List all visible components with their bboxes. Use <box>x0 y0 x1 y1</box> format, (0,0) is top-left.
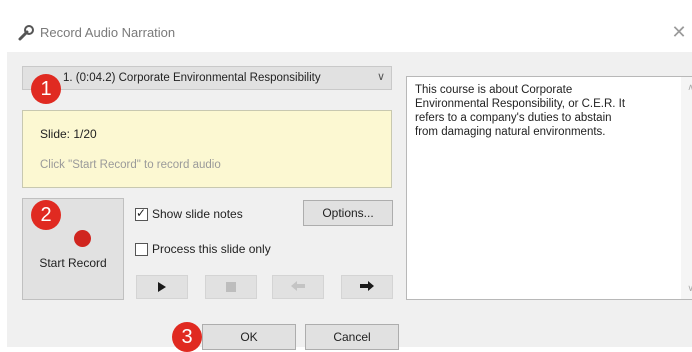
slide-notes-textarea[interactable]: This course is about Corporate Environme… <box>406 76 692 300</box>
notes-scrollbar[interactable]: ∧ ∨ <box>681 77 692 299</box>
previous-slide-button[interactable] <box>272 275 324 299</box>
options-button[interactable]: Options... <box>303 200 393 226</box>
play-icon <box>158 282 166 292</box>
back-arrow-icon <box>291 280 305 294</box>
slide-number: Slide: 1/20 <box>40 127 97 141</box>
slide-dropdown-value: 1. (0:04.2) Corporate Environmental Resp… <box>63 72 321 84</box>
slide-notes-text: This course is about Corporate Environme… <box>415 84 626 138</box>
process-slide-only-label: Process this slide only <box>152 242 271 256</box>
show-slide-notes-checkbox[interactable]: Show slide notes <box>135 206 243 221</box>
scroll-down-icon[interactable]: ∨ <box>687 283 692 294</box>
next-arrow-icon <box>360 280 374 294</box>
scroll-up-icon[interactable]: ∧ <box>687 82 692 93</box>
title-bar: Record Audio Narration ✕ <box>7 12 692 52</box>
close-icon[interactable]: ✕ <box>667 20 691 44</box>
process-slide-only-checkbox[interactable]: Process this slide only <box>135 242 271 256</box>
cancel-button[interactable]: Cancel <box>305 324 399 350</box>
stop-icon <box>226 282 236 292</box>
stop-button[interactable] <box>205 275 257 299</box>
ok-button[interactable]: OK <box>202 324 296 350</box>
wrench-icon <box>17 24 35 42</box>
record-audio-dialog: Record Audio Narration ✕ 1. (0:04.2) Cor… <box>7 12 692 352</box>
checkbox-checked-icon <box>135 206 148 221</box>
show-slide-notes-label: Show slide notes <box>152 207 243 221</box>
slide-info-panel: Slide: 1/20 Click "Start Record" to reco… <box>22 110 392 188</box>
slide-dropdown[interactable]: 1. (0:04.2) Corporate Environmental Resp… <box>22 66 392 90</box>
step-callout-3: 3 <box>172 322 202 352</box>
start-record-label: Start Record <box>39 256 107 270</box>
next-slide-button[interactable] <box>341 275 393 299</box>
step-callout-2: 2 <box>31 200 61 230</box>
chevron-down-icon: ∨ <box>376 71 385 83</box>
play-button[interactable] <box>136 275 188 299</box>
checkbox-empty-icon <box>135 242 148 256</box>
record-hint: Click "Start Record" to record audio <box>40 159 221 171</box>
record-icon <box>74 230 91 247</box>
step-callout-1: 1 <box>31 74 61 104</box>
window-title: Record Audio Narration <box>40 25 176 40</box>
